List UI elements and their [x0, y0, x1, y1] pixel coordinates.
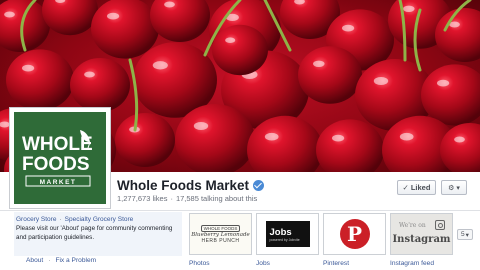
pinterest-icon: P	[339, 219, 370, 249]
whole-foods-logo: WHOLE FOODS MARKET	[14, 112, 106, 204]
logo-line-foods: FOODS	[22, 154, 90, 175]
jobs-thumb-sub: powered by Jobvite	[269, 237, 300, 242]
category-line: Grocery Store · Specialty Grocery Store	[16, 216, 176, 223]
about-text: Please visit our 'About' page for commun…	[16, 225, 173, 241]
instagram-thumb-name: Instagram	[392, 233, 451, 245]
jobs-thumbnail[interactable]: Jobs powered by Jobvite	[256, 213, 319, 255]
photos-thumbnail[interactable]: WHOLE FOODS Blueberry Lemonade HERB PUNC…	[189, 213, 252, 255]
about-links: About · Fix a Problem	[26, 257, 96, 264]
category-separator: ·	[59, 216, 62, 223]
stats-separator: ·	[170, 194, 173, 203]
more-apps-count: 5	[461, 231, 465, 238]
instagram-thumb-top: We're on	[399, 222, 426, 229]
app-tab-instagram[interactable]: We're on Instagram Instagram feed	[390, 213, 453, 267]
about-box: Grocery Store · Specialty Grocery Store …	[14, 212, 182, 256]
category-specialty[interactable]: Specialty Grocery Store	[65, 216, 134, 223]
verified-badge-icon	[253, 180, 265, 191]
check-icon: ✓	[402, 183, 409, 192]
about-link[interactable]: About	[26, 257, 43, 264]
app-label-instagram[interactable]: Instagram feed	[390, 260, 453, 267]
app-tab-photos[interactable]: WHOLE FOODS Blueberry Lemonade HERB PUNC…	[189, 213, 252, 267]
pinterest-thumbnail[interactable]: P	[323, 213, 386, 255]
page-stats: 1,277,673 likes · 17,585 talking about t…	[117, 194, 257, 203]
gear-icon: ⚙	[448, 184, 455, 192]
logo-line-whole: WHOLE	[22, 134, 93, 155]
camera-icon	[435, 220, 445, 230]
category-grocery[interactable]: Grocery Store	[16, 216, 56, 223]
caret-down-icon: ▾	[456, 184, 460, 192]
talking-count: 17,585 talking about this	[175, 194, 258, 203]
app-label-jobs[interactable]: Jobs	[256, 260, 319, 267]
more-caret-icon: ▾	[465, 231, 469, 239]
fix-a-problem-link[interactable]: Fix a Problem	[55, 257, 96, 264]
likes-count[interactable]: 1,277,673 likes	[117, 194, 167, 203]
app-label-pinterest[interactable]: Pinterest	[323, 260, 386, 267]
page-title[interactable]: Whole Foods Market	[117, 178, 265, 193]
page-name-text[interactable]: Whole Foods Market	[117, 178, 249, 193]
profile-picture[interactable]: WHOLE FOODS MARKET	[9, 107, 111, 209]
liked-button[interactable]: ✓ Liked	[397, 180, 436, 195]
more-apps-button[interactable]: 5 ▾	[457, 229, 473, 240]
app-tabs: WHOLE FOODS Blueberry Lemonade HERB PUNC…	[189, 213, 453, 267]
app-tab-jobs[interactable]: Jobs powered by Jobvite Jobs	[256, 213, 319, 267]
page-settings-button[interactable]: ⚙ ▾	[441, 180, 467, 195]
jobs-logo: Jobs powered by Jobvite	[265, 221, 310, 247]
photos-thumb-subtitle: HERB PUNCH	[201, 237, 240, 244]
about-link-separator: ·	[48, 257, 51, 264]
app-label-photos[interactable]: Photos	[189, 260, 252, 267]
instagram-thumbnail[interactable]: We're on Instagram	[390, 213, 453, 255]
jobs-thumb-title: Jobs	[269, 226, 292, 238]
photos-thumb-brand: WHOLE FOODS	[200, 224, 241, 232]
app-tab-pinterest[interactable]: P Pinterest	[323, 213, 386, 267]
logo-line-market: MARKET	[40, 179, 77, 186]
liked-label: Liked	[410, 183, 431, 192]
